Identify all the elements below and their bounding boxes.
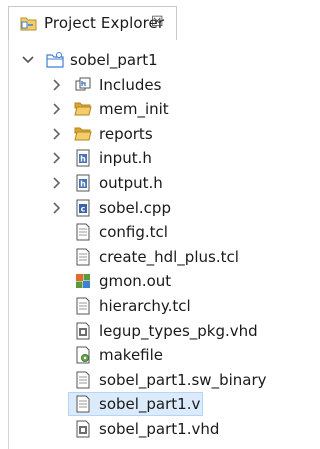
includes-icon: [74, 76, 92, 94]
tree-item-label: output.h: [99, 174, 163, 192]
chevron-right-icon[interactable]: [48, 149, 64, 167]
project-explorer-tab[interactable]: Project Explorer ☒: [8, 6, 177, 40]
tree-item-label: makefile: [99, 346, 164, 364]
gmon-file-icon: [74, 272, 92, 290]
chevron-right-icon[interactable]: [48, 100, 64, 118]
chevron-right-icon[interactable]: [48, 125, 64, 143]
chevron-right-icon[interactable]: [48, 199, 64, 217]
tree-item-label: sobel_part1.vhd: [99, 420, 220, 438]
tree-row-project[interactable]: sobel_part1: [0, 48, 278, 72]
header-file-icon: h: [74, 174, 92, 192]
tree-row[interactable]: sobel_part1.vhd: [0, 417, 278, 441]
tree-row[interactable]: legup_types_pkg.vhd: [0, 319, 278, 343]
tree-row[interactable]: Includes: [0, 73, 278, 97]
svg-text:h: h: [80, 180, 86, 189]
chevron-right-icon[interactable]: [48, 76, 64, 94]
tree-row[interactable]: h input.h: [0, 146, 278, 170]
svg-text:c: c: [81, 205, 86, 214]
tree-row[interactable]: mem_init: [0, 97, 278, 121]
view-tab-bar: Project Explorer ☒: [0, 0, 278, 40]
project-explorer-view: Project Explorer ☒ sobel_part1 Includes m…: [0, 0, 278, 449]
tree-row[interactable]: makefile: [0, 343, 278, 367]
tree-row[interactable]: hierarchy.tcl: [0, 294, 278, 318]
tree-row[interactable]: reports: [0, 122, 278, 146]
project-folder-icon: [46, 51, 64, 69]
cpp-file-icon: c: [74, 199, 92, 217]
tree-item-label: input.h: [99, 149, 152, 167]
tree-item-label: sobel.cpp: [99, 199, 171, 217]
view-title: Project Explorer: [44, 14, 165, 32]
project-explorer-icon: [20, 16, 38, 32]
tree-item-label: legup_types_pkg.vhd: [99, 322, 258, 340]
folder-icon: [74, 100, 92, 118]
tree-item-label: mem_init: [99, 100, 169, 118]
tree-item-label: sobel_part1.sw_binary: [99, 371, 267, 389]
vhd-file-icon: [74, 322, 92, 340]
project-label: sobel_part1: [70, 51, 158, 69]
text-file-icon: [74, 297, 92, 315]
chevron-right-icon[interactable]: [48, 174, 64, 192]
tree-row[interactable]: gmon.out: [0, 269, 278, 293]
tree-row[interactable]: config.tcl: [0, 220, 278, 244]
chevron-down-icon[interactable]: [20, 51, 36, 69]
makefile-icon: [74, 346, 92, 364]
tree-item-label: Includes: [99, 76, 162, 94]
text-file-icon: [74, 248, 92, 266]
tree-item-label: config.tcl: [99, 223, 168, 241]
close-icon[interactable]: ☒: [151, 12, 164, 32]
tree-row[interactable]: sobel_part1.v: [0, 392, 278, 416]
tree-item-label: hierarchy.tcl: [99, 297, 191, 315]
tree-row[interactable]: h output.h: [0, 171, 278, 195]
text-file-icon: [74, 223, 92, 241]
header-file-icon: h: [74, 149, 92, 167]
tree-item-label: reports: [99, 125, 153, 143]
tree-row[interactable]: c sobel.cpp: [0, 196, 278, 220]
folder-icon: [74, 125, 92, 143]
tree-item-label: sobel_part1.v: [99, 395, 201, 413]
text-file-icon: [74, 371, 92, 389]
tree-row[interactable]: sobel_part1.sw_binary: [0, 368, 278, 392]
vhd-file-icon: [74, 420, 92, 438]
svg-text:h: h: [80, 155, 86, 164]
tree-item-label: create_hdl_plus.tcl: [99, 248, 239, 266]
tree-row[interactable]: create_hdl_plus.tcl: [0, 245, 278, 269]
text-file-icon: [74, 395, 92, 413]
tree-item-label: gmon.out: [99, 272, 172, 290]
